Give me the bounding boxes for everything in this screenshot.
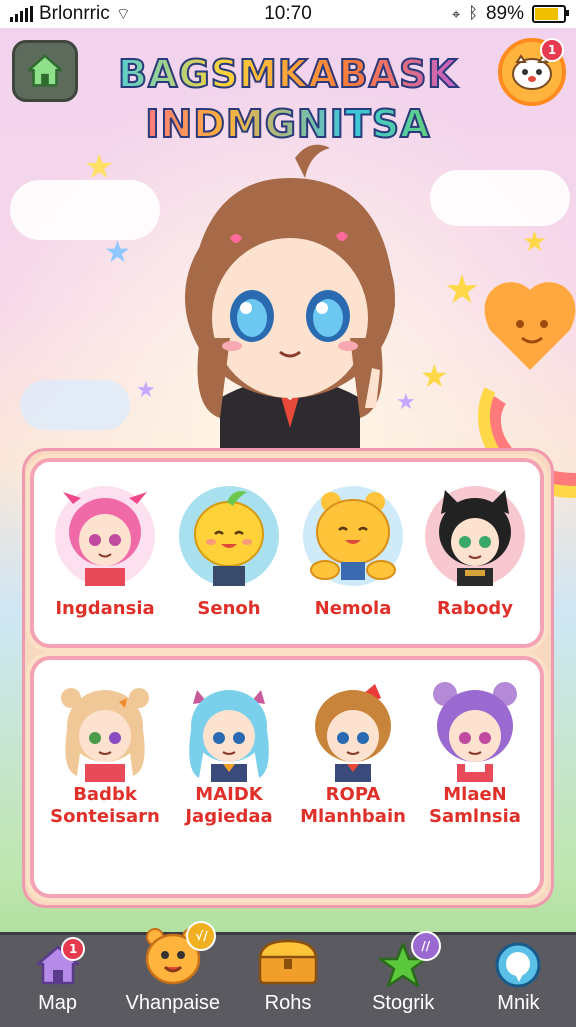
star-icon: ★ (522, 225, 548, 258)
bluetooth-icon: ᛒ (468, 5, 478, 22)
character-card[interactable]: Badbk Sonteisarn (46, 680, 164, 828)
character-portrait (425, 486, 525, 586)
character-card[interactable]: Rabody (416, 484, 534, 620)
character-portrait (179, 486, 279, 586)
nav-label: Rohs (264, 992, 312, 1014)
bottom-nav: 1 Map √/ Vhanpaise Rohs // Stogrik Mnik (0, 921, 576, 1027)
character-portrait (303, 486, 403, 586)
character-card[interactable]: ROPA Mlanhbain (294, 680, 412, 828)
nav-label: Stogrik (372, 992, 435, 1014)
character-subtitle: Sonteisarn (50, 806, 160, 827)
character-subtitle: Samlnsia (429, 806, 521, 827)
character-portrait (315, 684, 391, 782)
character-name: Ingdansia (55, 598, 155, 619)
character-card[interactable]: Nemola (294, 484, 412, 620)
nav-label: Mnik (497, 992, 540, 1014)
character-name: Rabody (437, 598, 513, 619)
nav-item-mnik[interactable]: Mnik (461, 935, 576, 1027)
character-portrait (189, 690, 269, 782)
home-button[interactable] (12, 40, 78, 102)
cloud (430, 170, 570, 226)
character-portrait (433, 682, 517, 782)
star-icon: ★ (84, 147, 115, 187)
nav-item-map[interactable]: 1 Map (0, 935, 115, 1027)
character-name: Badbk (73, 784, 137, 805)
nav-item-rohs[interactable]: Rohs (230, 935, 345, 1027)
hero-character (185, 144, 395, 458)
profile-notification-badge: 1 (540, 38, 564, 62)
character-card[interactable]: MlaeN Samlnsia (416, 680, 534, 828)
nav-item-vhanpaise[interactable]: √/ Vhanpaise (115, 921, 230, 1027)
nav-label: Vhanpaise (125, 992, 221, 1014)
character-name: MlaeN (443, 784, 507, 805)
treasure-chest-icon (258, 939, 318, 985)
character-name: ROPA (325, 784, 381, 805)
game-title-line1: BAGSMKABASK (100, 51, 476, 97)
character-card[interactable]: Ingdansia (46, 484, 164, 620)
status-bar: Brlonrric ⌔ 10:70 ⌖ ᛒ 89% (0, 0, 576, 28)
nav-label: Map (38, 992, 78, 1014)
nav-badge: // (410, 931, 441, 961)
battery-icon (532, 5, 569, 23)
battery-percent: 89% (485, 3, 524, 24)
location-icon: ⌖ (451, 5, 461, 23)
profile-button[interactable]: 1 (498, 38, 566, 106)
character-subtitle: Mlanhbain (300, 806, 406, 827)
cloud (20, 380, 130, 430)
star-icon: ★ (104, 235, 131, 270)
character-name: MAIDK (195, 784, 263, 805)
cloud (10, 180, 160, 240)
character-card[interactable]: Senoh (170, 484, 288, 620)
character-name: Senoh (197, 598, 261, 619)
character-portrait (61, 688, 149, 782)
character-subtitle: Jagiedaa (185, 806, 273, 827)
character-portrait (55, 486, 155, 586)
home-icon (27, 54, 63, 87)
chat-bubble-icon (495, 942, 541, 988)
character-name: Nemola (314, 598, 392, 619)
nav-badge: √/ (186, 921, 217, 951)
nav-item-stogrik[interactable]: // Stogrik (346, 931, 461, 1027)
character-card[interactable]: MAIDK Jagiedaa (170, 680, 288, 828)
